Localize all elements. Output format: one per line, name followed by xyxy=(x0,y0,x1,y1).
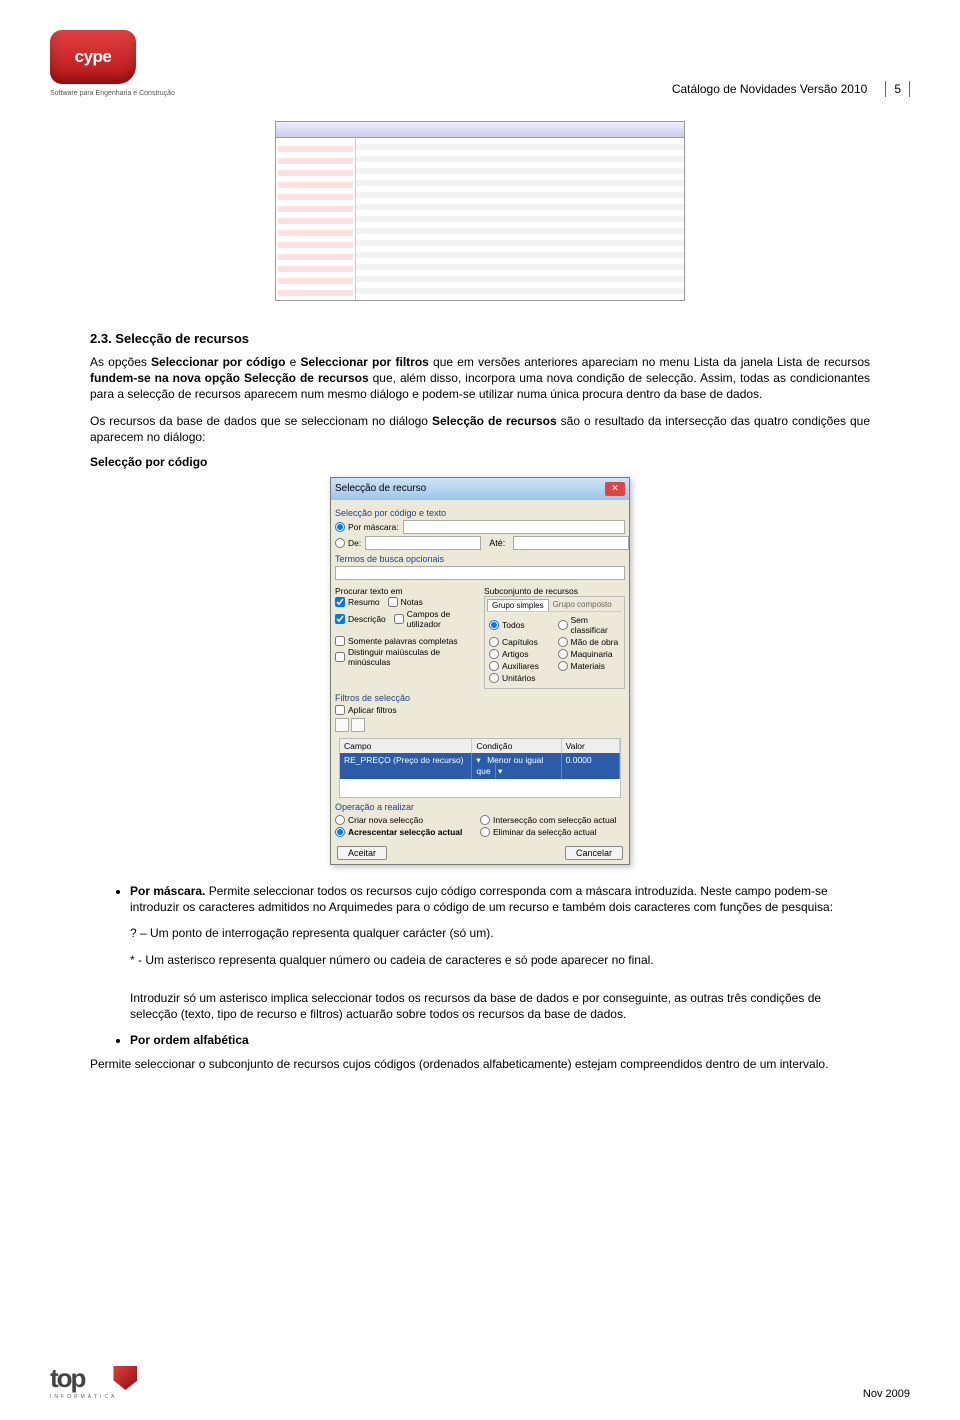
dialog-titlebar: Selecção de recurso ✕ xyxy=(331,478,629,500)
chk-notas[interactable]: Notas xyxy=(388,597,423,607)
paragraph-2: Os recursos da base de dados que se sele… xyxy=(90,413,870,445)
filter-table: Campo Condição Valor RE_PREÇO (Preço do … xyxy=(339,738,621,798)
label-sel-codigo-texto: Selecção por código e texto xyxy=(335,508,625,518)
label-operacao: Operação a realizar xyxy=(335,802,625,812)
doc-title: Catálogo de Novidades Versão 2010 xyxy=(672,82,873,96)
input-mascara[interactable] xyxy=(403,520,625,534)
logo-text: cype xyxy=(75,47,112,67)
page-footer: top INFORMÁTICA Nov 2009 xyxy=(50,1363,910,1400)
rad-mao[interactable]: Mão de obra xyxy=(558,637,621,647)
rad-unitarios[interactable]: Unitários xyxy=(489,673,552,683)
rad-criar[interactable]: Criar nova selecção xyxy=(335,815,480,825)
cancelar-button[interactable]: Cancelar xyxy=(565,846,623,860)
radio-por-mascara[interactable]: Por máscara: xyxy=(335,522,399,532)
logo-block: cype Software para Engenharia e Construç… xyxy=(50,30,175,97)
add-icon[interactable] xyxy=(335,718,349,732)
rad-artigos[interactable]: Artigos xyxy=(489,649,552,659)
radio-de[interactable]: De: xyxy=(335,538,361,548)
bullet-list: Por máscara. Permite seleccionar todos o… xyxy=(130,883,870,1048)
aceitar-button[interactable]: Aceitar xyxy=(337,846,387,860)
line-question: ? – Um ponto de interrogação representa … xyxy=(130,925,870,941)
bullet-por-mascara: Por máscara. Permite seleccionar todos o… xyxy=(130,883,870,1022)
screenshot-resource-list xyxy=(275,121,685,301)
tagline: Software para Engenharia e Construção xyxy=(50,90,175,97)
label-filtros: Filtros de selecção xyxy=(335,693,625,703)
rad-todos[interactable]: Todos xyxy=(489,615,552,635)
sub-heading: Selecção por código xyxy=(90,455,870,469)
chk-resumo[interactable]: Resumo xyxy=(335,597,380,607)
rad-eliminar[interactable]: Eliminar da selecção actual xyxy=(480,827,625,837)
input-termos[interactable] xyxy=(335,566,625,580)
por-ordem-text: Permite seleccionar o subconjunto de rec… xyxy=(90,1056,870,1072)
chk-campos[interactable]: Campos de utilizador xyxy=(394,609,476,629)
close-icon[interactable]: ✕ xyxy=(605,482,625,496)
rad-auxiliares[interactable]: Auxiliares xyxy=(489,661,552,671)
dialog-seleccao-recurso: Selecção de recurso ✕ Selecção por códig… xyxy=(330,477,630,865)
tab-grupo-composto[interactable]: Grupo composto xyxy=(549,599,616,611)
rad-acrescentar[interactable]: Acrescentar selecção actual xyxy=(335,827,480,837)
note-asterisk: Introduzir só um asterisco implica selec… xyxy=(130,990,870,1022)
input-de[interactable] xyxy=(365,536,481,550)
input-ate[interactable] xyxy=(513,536,629,550)
rad-sem[interactable]: Sem classificar xyxy=(558,615,621,635)
rad-inter[interactable]: Intersecção com selecção actual xyxy=(480,815,625,825)
bullet-por-ordem: Por ordem alfabética xyxy=(130,1032,870,1048)
dialog-title-text: Selecção de recurso xyxy=(335,483,426,494)
doc-title-col: Catálogo de Novidades Versão 2010 5 xyxy=(672,81,910,97)
rad-maquinaria[interactable]: Maquinaria xyxy=(558,649,621,659)
chk-somente[interactable]: Somente palavras completas xyxy=(335,636,476,646)
line-asterisk: * - Um asterisco representa qualquer núm… xyxy=(130,952,870,968)
footer-date: Nov 2009 xyxy=(863,1388,910,1400)
label-termos: Termos de busca opcionais xyxy=(335,554,625,564)
chk-descricao[interactable]: Descrição xyxy=(335,609,386,629)
paragraph-1: As opções Seleccionar por código e Selec… xyxy=(90,354,870,403)
top-informatica-logo: top INFORMÁTICA xyxy=(50,1363,137,1400)
tab-grupo-simples[interactable]: Grupo simples xyxy=(487,599,549,611)
page-header: cype Software para Engenharia e Construç… xyxy=(50,30,910,97)
delete-icon[interactable] xyxy=(351,718,365,732)
chk-distinguir[interactable]: Distinguir maiúsculas de minúsculas xyxy=(335,647,476,667)
chk-aplicar-filtros[interactable]: Aplicar filtros xyxy=(335,705,625,715)
cype-logo: cype xyxy=(50,30,136,84)
page-number: 5 xyxy=(885,81,910,97)
rad-capitulos[interactable]: Capítulos xyxy=(489,637,552,647)
rad-materiais[interactable]: Materiais xyxy=(558,661,621,671)
filter-toolbar xyxy=(335,716,625,734)
filter-row[interactable]: RE_PREÇO (Preço do recurso) ▾ Menor ou i… xyxy=(340,753,620,779)
section-heading: 2.3. Selecção de recursos xyxy=(90,331,910,346)
